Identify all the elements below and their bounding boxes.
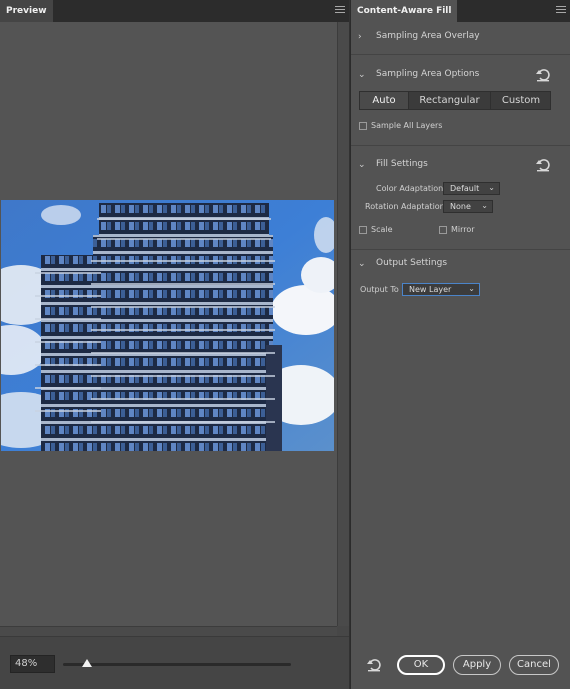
preview-canvas[interactable]	[0, 22, 337, 626]
section-title: Fill Settings	[376, 159, 428, 169]
divider	[351, 54, 570, 55]
chevron-down-icon: ⌄	[481, 201, 488, 210]
content-aware-fill-panel: Content-Aware Fill › Sampling Area Overl…	[350, 0, 570, 689]
building-photo	[1, 200, 334, 451]
divider	[351, 145, 570, 146]
chevron-down-icon: ⌄	[358, 160, 366, 170]
chevron-down-icon: ⌄	[468, 284, 475, 293]
scale-checkbox[interactable]	[359, 226, 367, 234]
cancel-button[interactable]: Cancel	[509, 655, 559, 675]
sampling-options-header[interactable]: ⌄ Sampling Area Options	[351, 65, 570, 85]
zoom-slider-thumb[interactable]	[82, 659, 92, 667]
caf-tab-bar: Content-Aware Fill	[351, 0, 570, 22]
preview-tab-bar: Preview	[0, 0, 349, 22]
horizontal-scrollbar[interactable]	[0, 626, 337, 636]
color-adaptation-label: Color Adaptation	[376, 184, 444, 193]
tab-preview[interactable]: Preview	[0, 0, 54, 22]
mirror-label: Mirror	[451, 225, 475, 234]
vertical-scrollbar[interactable]	[337, 22, 349, 626]
dropdown-value: Default	[450, 184, 480, 193]
section-title: Sampling Area Overlay	[376, 31, 480, 41]
scale-label: Scale	[371, 225, 393, 234]
fill-settings-header[interactable]: ⌄ Fill Settings	[351, 155, 570, 175]
apply-button[interactable]: Apply	[453, 655, 501, 675]
output-to-dropdown[interactable]: New Layer ⌄	[402, 283, 480, 296]
mode-rectangular-button[interactable]: Rectangular	[409, 92, 490, 109]
section-title: Sampling Area Options	[376, 69, 480, 79]
output-to-label: Output To	[360, 285, 399, 294]
dropdown-value: None	[450, 202, 471, 211]
sampling-overlay-header[interactable]: › Sampling Area Overlay	[351, 27, 570, 47]
mode-auto-button[interactable]: Auto	[360, 92, 408, 109]
zoom-input[interactable]: 48%	[10, 655, 55, 673]
chevron-down-icon: ⌄	[488, 183, 495, 192]
panel-menu-icon[interactable]	[556, 5, 566, 15]
reset-icon[interactable]	[535, 67, 551, 83]
divider	[351, 249, 570, 250]
rotation-adaptation-label: Rotation Adaptation	[365, 202, 445, 211]
chevron-right-icon: ›	[358, 32, 362, 42]
color-adaptation-dropdown[interactable]: Default ⌄	[443, 182, 500, 195]
panel-menu-icon[interactable]	[335, 5, 345, 15]
reset-icon[interactable]	[535, 157, 551, 173]
sampling-mode-segmented: Auto Rectangular Custom	[359, 91, 551, 110]
section-title: Output Settings	[376, 258, 448, 268]
preview-panel: Preview 48%	[0, 0, 349, 689]
chevron-down-icon: ⌄	[358, 70, 366, 80]
reset-all-icon[interactable]	[366, 657, 382, 673]
ok-button[interactable]: OK	[397, 655, 445, 675]
rotation-adaptation-dropdown[interactable]: None ⌄	[443, 200, 493, 213]
dropdown-value: New Layer	[409, 285, 452, 294]
zoom-bar: 48%	[0, 636, 349, 689]
tab-content-aware-fill[interactable]: Content-Aware Fill	[351, 0, 459, 22]
zoom-slider-track[interactable]	[63, 663, 291, 666]
output-settings-header[interactable]: ⌄ Output Settings	[351, 254, 570, 274]
sample-all-layers-checkbox[interactable]	[359, 122, 367, 130]
preview-image	[1, 200, 334, 451]
scroll-corner	[337, 626, 349, 636]
sample-all-layers-label: Sample All Layers	[371, 121, 443, 130]
mirror-checkbox[interactable]	[439, 226, 447, 234]
chevron-down-icon: ⌄	[358, 259, 366, 269]
mode-custom-button[interactable]: Custom	[491, 92, 551, 109]
